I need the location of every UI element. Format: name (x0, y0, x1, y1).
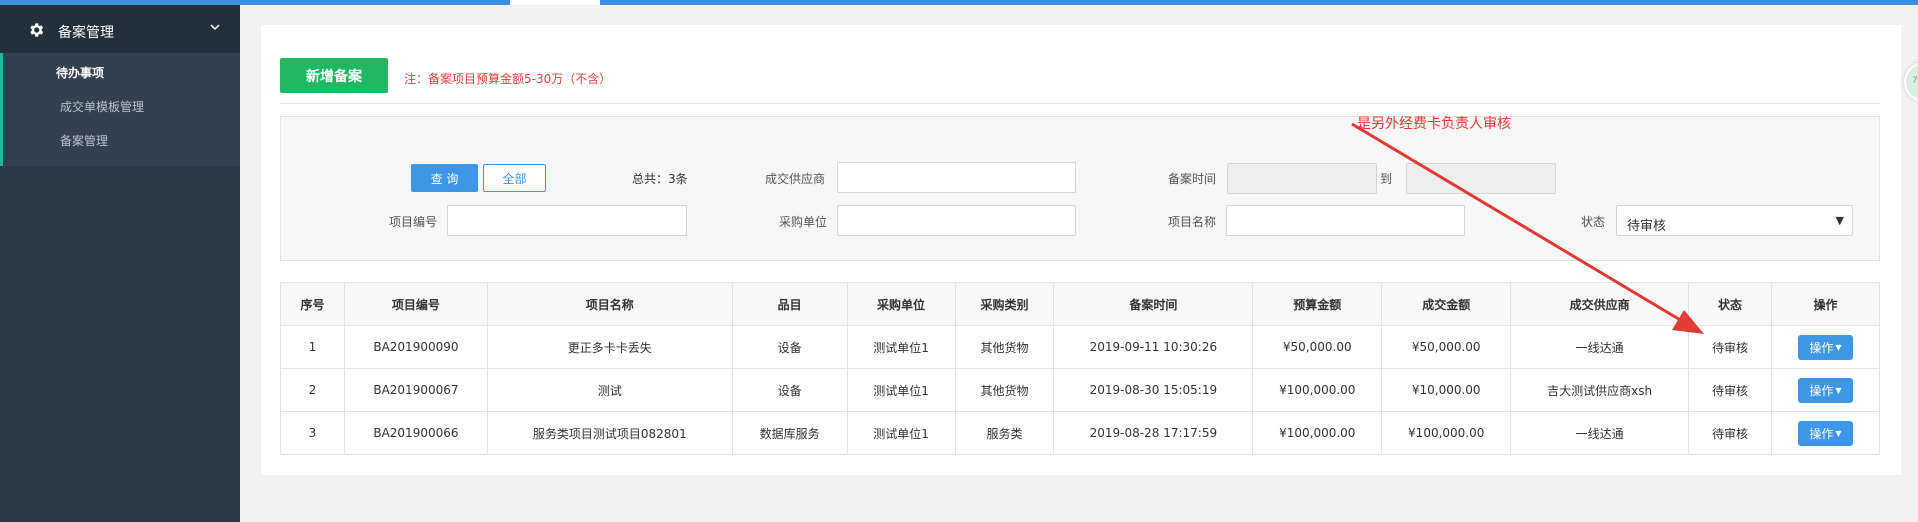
chevron-down-icon: ▼ (1835, 214, 1844, 227)
cell-no: 2 (280, 368, 345, 412)
status-select[interactable]: 待审核 ▼ (1616, 205, 1853, 236)
cell-supplier: 一线达通 (1510, 411, 1690, 455)
cell-purchaser: 测试单位1 (846, 411, 956, 455)
row-action-button[interactable]: 操作 ▼ (1797, 377, 1853, 403)
cell-status: 待审核 (1688, 368, 1772, 412)
add-record-button[interactable]: 新增备案 (280, 58, 388, 93)
row-action-label: 操作 (1809, 340, 1834, 355)
cell-budget: ¥50,000.00 (1252, 325, 1383, 369)
row-action-label: 操作 (1809, 383, 1834, 398)
cell-action: 操作 ▼ (1770, 368, 1881, 412)
cell-action: 操作 ▼ (1770, 411, 1881, 455)
sidebar-item-record-management[interactable]: 备案管理 (60, 132, 108, 149)
sidebar-group-title: 备案管理 (58, 25, 114, 41)
total-count: 总共：3条 (632, 172, 688, 186)
col-header-code: 项目编号 (343, 282, 488, 326)
top-active-tab[interactable] (510, 0, 600, 5)
cell-category: 设备 (731, 325, 848, 369)
table-row: 1 BA201900090 更正多卡卡丢失 设备 测试单位1 其他货物 2019… (280, 325, 1881, 369)
cell-no: 1 (280, 325, 345, 369)
row-action-button[interactable]: 操作 ▼ (1797, 420, 1853, 446)
col-header-type: 采购类别 (954, 282, 1055, 326)
caret-down-icon: ▼ (1835, 342, 1842, 352)
row-action-label: 操作 (1809, 426, 1834, 441)
cell-name: 服务类项目测试项目082801 (486, 411, 733, 455)
col-header-name: 项目名称 (486, 282, 733, 326)
divider (280, 103, 1880, 104)
project-name-input[interactable] (1226, 205, 1465, 236)
supplier-input[interactable] (837, 162, 1076, 193)
cell-purchaser: 测试单位1 (846, 368, 956, 412)
purchaser-input[interactable] (837, 205, 1076, 236)
cell-category: 设备 (731, 368, 848, 412)
cell-time: 2019-08-28 17:17:59 (1053, 411, 1254, 455)
cell-deal: ¥50,000.00 (1381, 325, 1512, 369)
cell-type: 其他货物 (954, 368, 1055, 412)
top-accent-bar (0, 0, 1918, 5)
cell-budget: ¥100,000.00 (1252, 368, 1383, 412)
project-no-label: 项目编号 (389, 215, 438, 229)
table-header-row: 序号 项目编号 项目名称 品目 采购单位 采购类别 备案时间 预算金额 成交金额… (280, 282, 1881, 326)
status-label: 状态 (1581, 215, 1606, 229)
cell-type: 服务类 (954, 411, 1055, 455)
cell-deal: ¥10,000.00 (1381, 368, 1512, 412)
cell-name: 测试 (486, 368, 733, 412)
cell-type: 其他货物 (954, 325, 1055, 369)
cell-code: BA201900090 (343, 325, 488, 369)
project-no-input[interactable] (447, 205, 687, 236)
cell-deal: ¥100,000.00 (1381, 411, 1512, 455)
supplier-label: 成交供应商 (765, 172, 826, 186)
floating-widget[interactable]: 75 (1904, 62, 1918, 102)
cell-category: 数据库服务 (731, 411, 848, 455)
col-header-time: 备案时间 (1053, 282, 1254, 326)
floating-widget-icon: 75 (1912, 76, 1918, 86)
cell-supplier: 一线达通 (1510, 325, 1690, 369)
record-time-label: 备案时间 (1168, 172, 1217, 186)
cell-purchaser: 测试单位1 (846, 325, 956, 369)
col-header-budget: 预算金额 (1252, 282, 1383, 326)
sidebar-item-deal-template[interactable]: 成交单模板管理 (60, 98, 144, 115)
cell-time: 2019-09-11 10:30:26 (1053, 325, 1254, 369)
cell-name: 更正多卡卡丢失 (486, 325, 733, 369)
table-row: 3 BA201900066 服务类项目测试项目082801 数据库服务 测试单位… (280, 411, 1881, 455)
cell-supplier: 吉大测试供应商xsh (1510, 368, 1690, 412)
col-header-status: 状态 (1688, 282, 1772, 326)
table-row: 2 BA201900067 测试 设备 测试单位1 其他货物 2019-08-3… (280, 368, 1881, 412)
cell-no: 3 (280, 411, 345, 455)
query-button[interactable]: 查 询 (411, 164, 478, 192)
gear-icon (30, 23, 44, 37)
cell-action: 操作 ▼ (1770, 325, 1881, 369)
cell-status: 待审核 (1688, 325, 1772, 369)
col-header-action: 操作 (1770, 282, 1881, 326)
cell-time: 2019-08-30 15:05:19 (1053, 368, 1254, 412)
sidebar-item-todo[interactable]: 待办事项 (56, 64, 104, 81)
status-select-value: 待审核 (1627, 219, 1667, 234)
record-time-to-label: 到 (1380, 172, 1393, 186)
sidebar-group-header[interactable]: 备案管理 (0, 5, 240, 53)
project-name-label: 项目名称 (1168, 215, 1217, 229)
annotation-text: 是另外经费卡负责人审核 (1357, 116, 1511, 132)
chevron-down-icon[interactable] (209, 21, 221, 33)
records-table: 序号 项目编号 项目名称 品目 采购单位 采购类别 备案时间 预算金额 成交金额… (280, 282, 1881, 455)
col-header-supplier: 成交供应商 (1510, 282, 1690, 326)
caret-down-icon: ▼ (1835, 385, 1842, 395)
caret-down-icon: ▼ (1835, 428, 1842, 438)
record-time-end-input[interactable] (1406, 163, 1556, 194)
col-header-deal: 成交金额 (1381, 282, 1512, 326)
purchaser-label: 采购单位 (779, 215, 828, 229)
col-header-no: 序号 (280, 282, 345, 326)
cell-budget: ¥100,000.00 (1252, 411, 1383, 455)
cell-code: BA201900066 (343, 411, 488, 455)
record-time-start-input[interactable] (1227, 163, 1377, 194)
col-header-category: 品目 (731, 282, 848, 326)
row-action-button[interactable]: 操作 ▼ (1797, 334, 1853, 360)
cell-code: BA201900067 (343, 368, 488, 412)
col-header-purchaser: 采购单位 (846, 282, 956, 326)
show-all-button[interactable]: 全部 (483, 164, 546, 192)
budget-note: 注：备案项目预算金额5-30万（不含） (404, 72, 612, 86)
cell-status: 待审核 (1688, 411, 1772, 455)
sidebar: 备案管理 (0, 5, 240, 522)
